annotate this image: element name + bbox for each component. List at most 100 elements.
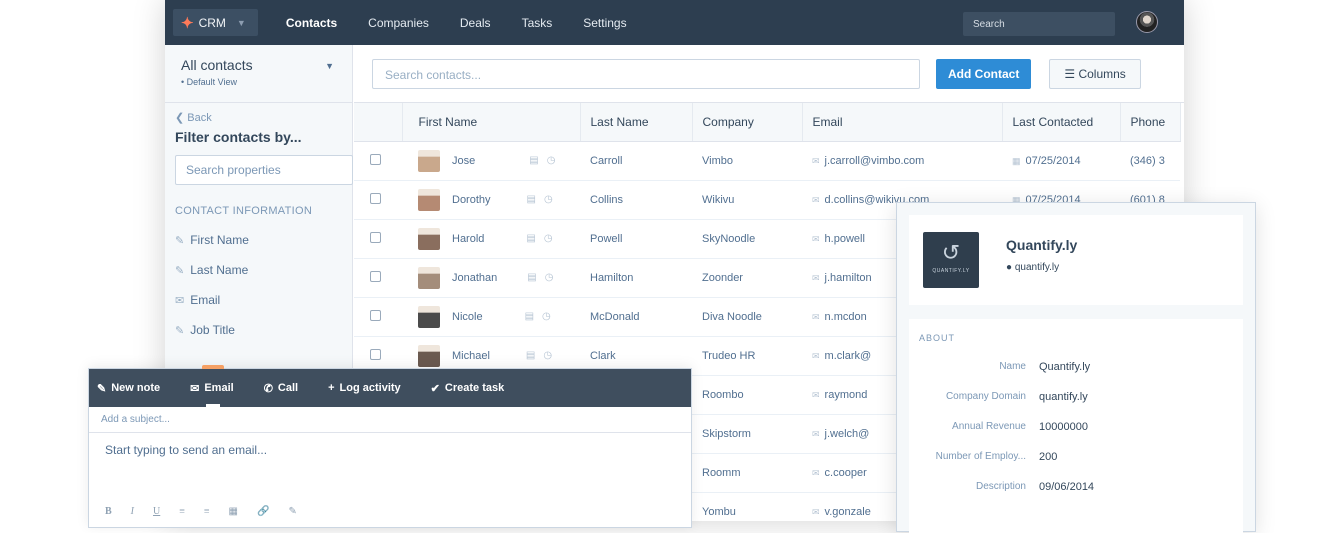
- edit-icon: ✎: [175, 264, 185, 277]
- col-last-name[interactable]: Last Name: [580, 103, 693, 142]
- global-search-input[interactable]: Search: [963, 12, 1115, 36]
- row-checkbox[interactable]: [370, 231, 381, 243]
- clock-icon[interactable]: ◷: [545, 272, 554, 283]
- row-checkbox[interactable]: [370, 270, 381, 282]
- col-last-contacted[interactable]: Last Contacted: [1002, 103, 1121, 142]
- tab-create-task[interactable]: ✔ Create task: [431, 369, 505, 407]
- property-search-input[interactable]: Search properties: [175, 155, 353, 185]
- row-checkbox[interactable]: [370, 153, 381, 165]
- calendar-icon: ▦: [1012, 155, 1021, 166]
- email-address: n.mcdon: [824, 310, 867, 323]
- note-icon[interactable]: ▤: [527, 194, 536, 205]
- nav-companies[interactable]: Companies: [368, 16, 429, 30]
- view-title: All contacts: [181, 57, 253, 73]
- first-name-cell[interactable]: Jonathan ▤ ◷: [402, 258, 580, 298]
- prop-label: Email: [190, 293, 221, 307]
- subject-input[interactable]: Add a subject...: [89, 407, 691, 433]
- last-name-cell: Collins: [580, 180, 692, 220]
- note-icon[interactable]: ▤: [525, 311, 534, 322]
- note-icon[interactable]: ▤: [529, 155, 538, 166]
- field-value[interactable]: 09/06/2014: [1039, 481, 1094, 493]
- clock-icon[interactable]: ◷: [544, 233, 553, 244]
- clock-icon[interactable]: ◷: [543, 350, 552, 361]
- col-company[interactable]: Company: [692, 103, 803, 142]
- field-value[interactable]: quantify.ly: [1039, 391, 1088, 403]
- bold-button[interactable]: B: [105, 506, 112, 517]
- tab-email[interactable]: ✉ Email: [190, 365, 234, 407]
- company-cell[interactable]: Roombo: [692, 375, 802, 415]
- email-cell[interactable]: ✉ j.carroll@vimbo.com: [802, 141, 1002, 181]
- nav-settings[interactable]: Settings: [583, 16, 626, 30]
- row-checkbox[interactable]: [370, 348, 381, 360]
- envelope-icon: ✉: [812, 233, 820, 244]
- view-selector[interactable]: All contacts • Default View ▼: [165, 45, 352, 103]
- company-cell[interactable]: Vimbo: [692, 141, 802, 181]
- email-address: m.clark@: [824, 349, 872, 362]
- activity-composer: ✎ New note ✉ Email ✆ Call + Log activity ✔ Cr…: [88, 365, 692, 528]
- first-name-cell[interactable]: Dorothy ▤ ◷: [402, 180, 580, 220]
- prop-email[interactable]: ✉ Email: [175, 293, 342, 307]
- envelope-icon: ✉: [812, 272, 820, 283]
- first-name-cell[interactable]: Nicole ▤ ◷: [402, 297, 580, 337]
- email-address: raymond: [824, 388, 868, 401]
- company-cell[interactable]: Zoonder: [692, 258, 802, 298]
- attach-icon[interactable]: ✎: [288, 506, 296, 517]
- link-icon[interactable]: 🔗: [257, 506, 269, 517]
- crm-menu[interactable]: ✦ CRM ▼: [173, 9, 258, 36]
- tab-call[interactable]: ✆ Call: [264, 369, 298, 407]
- prop-last-name[interactable]: ✎ Last Name: [175, 263, 342, 277]
- check-circle-icon: ✔: [430, 382, 440, 395]
- tab-log-activity[interactable]: + Log activity: [328, 369, 401, 407]
- email-body-input[interactable]: Start typing to send an email...: [89, 433, 691, 467]
- clock-icon[interactable]: ◷: [542, 311, 551, 322]
- company-cell[interactable]: Roomm: [692, 453, 802, 493]
- nav-contacts[interactable]: Contacts: [286, 16, 337, 30]
- note-icon[interactable]: ▤: [526, 233, 535, 244]
- company-cell[interactable]: Trudeo HR: [692, 336, 802, 376]
- field-value[interactable]: 200: [1039, 451, 1057, 463]
- row-select-cell: [354, 180, 402, 220]
- company-domain-link[interactable]: ● quantify.ly: [1006, 262, 1059, 273]
- nav-tasks[interactable]: Tasks: [522, 16, 553, 30]
- field-label: Annual Revenue: [952, 421, 1026, 432]
- clock-icon[interactable]: ◷: [544, 194, 553, 205]
- col-phone[interactable]: Phone: [1120, 103, 1181, 142]
- field-value[interactable]: 10000000: [1039, 421, 1088, 433]
- tab-new-note[interactable]: ✎ New note: [97, 369, 160, 407]
- table-row[interactable]: Jose ▤ ◷ Carroll Vimbo ✉ j.carroll@vimbo.co…: [354, 141, 1180, 181]
- prop-first-name[interactable]: ✎ First Name: [175, 233, 342, 247]
- company-cell[interactable]: SkyNoodle: [692, 219, 802, 259]
- about-section: ABOUT Name Quantify.ly Company Domain quant…: [909, 319, 1243, 533]
- col-email[interactable]: Email: [802, 103, 1003, 142]
- field-value[interactable]: Quantify.ly: [1039, 361, 1090, 373]
- clock-icon[interactable]: ◷: [547, 155, 556, 166]
- phone-number: (346) 3: [1130, 154, 1165, 167]
- bullet-list-icon[interactable]: ≡: [179, 506, 185, 517]
- back-link[interactable]: ❮ Back: [175, 111, 342, 124]
- first-name-cell[interactable]: Jose ▤ ◷: [402, 141, 580, 181]
- company-cell[interactable]: Yombu: [692, 492, 802, 521]
- company-name: Trudeo HR: [702, 349, 756, 362]
- company-cell[interactable]: Skipstorm: [692, 414, 802, 454]
- underline-button[interactable]: U: [153, 506, 160, 517]
- user-avatar[interactable]: [1136, 11, 1158, 33]
- format-toolbar: B I U ≡ ≡ ▦ 🔗 ✎: [105, 506, 297, 517]
- prop-job-title[interactable]: ✎ Job Title: [175, 323, 342, 337]
- first-name-cell[interactable]: Harold ▤ ◷: [402, 219, 580, 259]
- row-checkbox[interactable]: [370, 309, 381, 321]
- numbered-list-icon[interactable]: ≡: [204, 506, 210, 517]
- company-cell[interactable]: Wikivu: [692, 180, 802, 220]
- add-contact-button[interactable]: Add Contact: [936, 58, 1032, 89]
- company-cell[interactable]: Diva Noodle: [692, 297, 802, 337]
- columns-button[interactable]: ☰ Columns: [1049, 58, 1141, 89]
- note-icon[interactable]: ▤: [527, 272, 536, 283]
- row-checkbox[interactable]: [370, 192, 381, 204]
- image-icon[interactable]: ▦: [229, 506, 238, 517]
- italic-button[interactable]: I: [131, 506, 134, 517]
- contact-avatar: [418, 149, 440, 172]
- note-icon[interactable]: ▤: [526, 350, 535, 361]
- contact-search-input[interactable]: Search contacts...: [372, 58, 920, 89]
- email-address: j.hamilton: [824, 271, 872, 284]
- nav-deals[interactable]: Deals: [460, 16, 491, 30]
- col-first-name[interactable]: First Name: [402, 103, 581, 142]
